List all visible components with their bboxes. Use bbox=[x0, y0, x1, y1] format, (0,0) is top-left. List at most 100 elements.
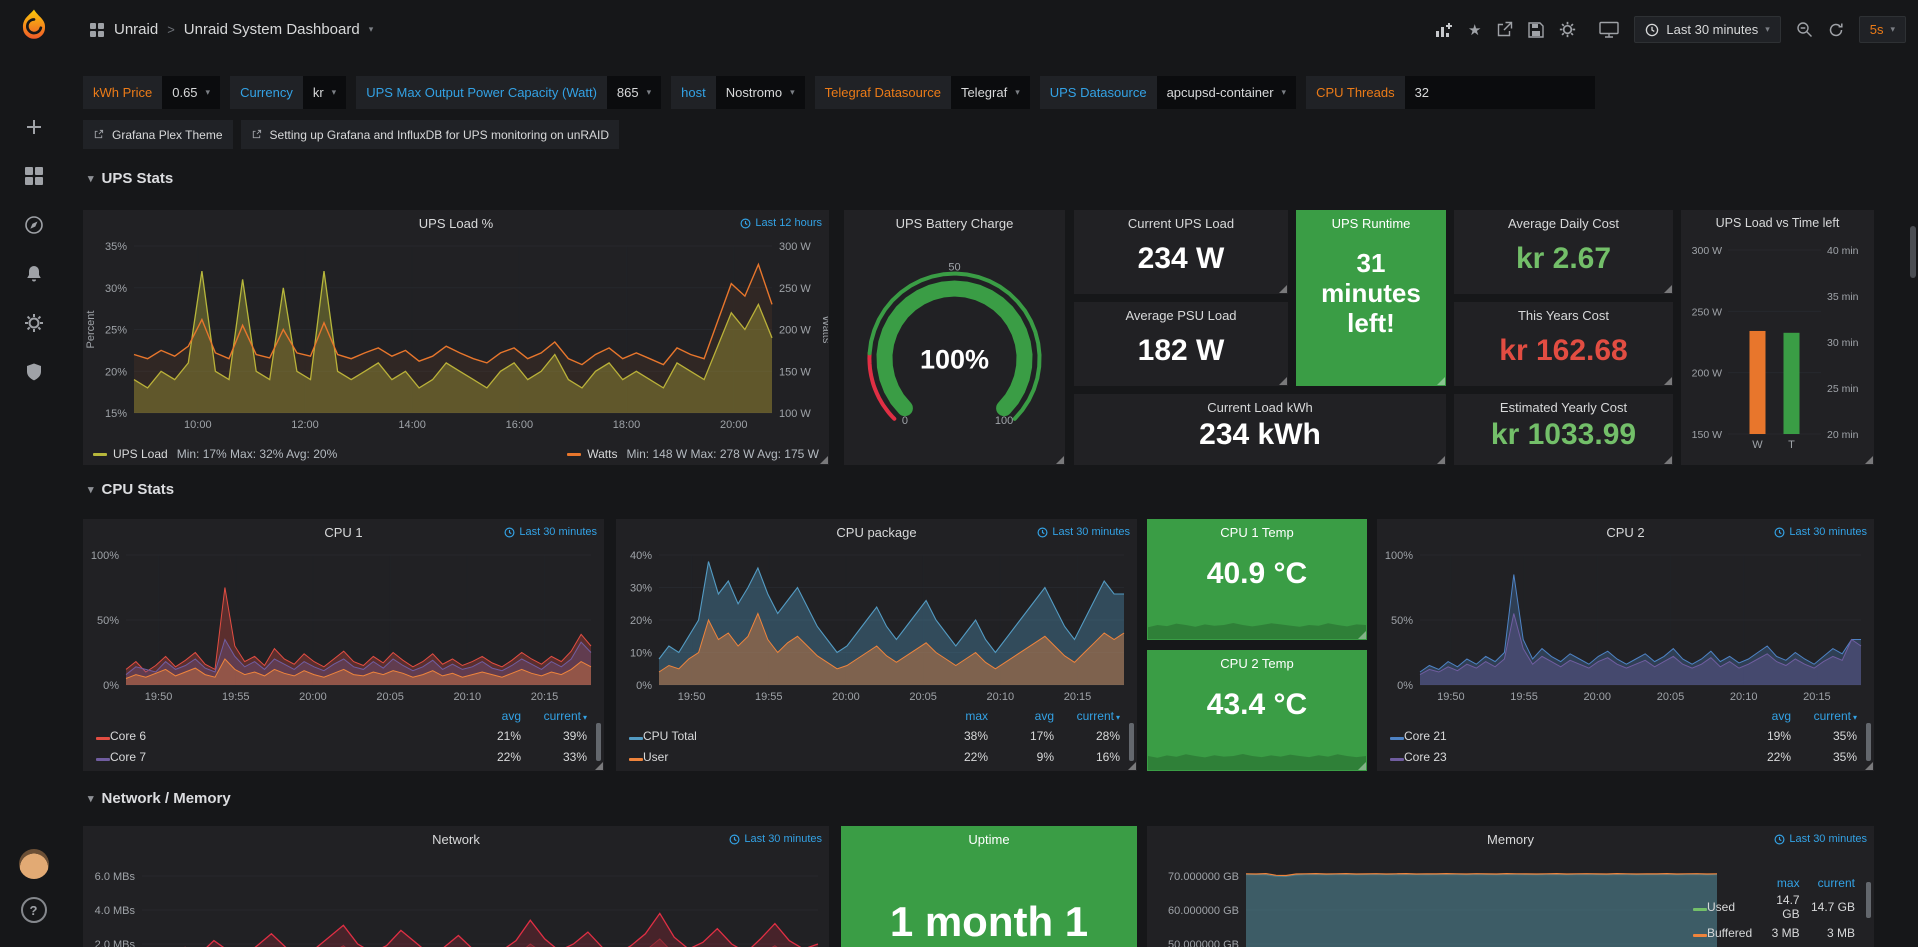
legend-scrollbar[interactable] bbox=[596, 723, 601, 761]
legend-sort-header[interactable]: current▾ bbox=[1796, 707, 1862, 725]
panel-title[interactable]: Average PSU Load bbox=[1110, 302, 1252, 329]
legend-series-toggle[interactable]: Core 21 bbox=[1385, 725, 1730, 746]
refresh-icon[interactable] bbox=[1828, 22, 1844, 38]
server-admin-shield-icon[interactable] bbox=[0, 349, 67, 395]
variable-value-dropdown[interactable]: kr▾ bbox=[303, 76, 346, 109]
help-icon[interactable]: ? bbox=[21, 897, 47, 923]
svg-text:10:00: 10:00 bbox=[184, 419, 212, 431]
row-toggle-network-memory[interactable]: ▾Network / Memory bbox=[88, 790, 231, 807]
legend-sort-header[interactable]: avg bbox=[993, 707, 1059, 725]
panel-title[interactable]: Network bbox=[119, 826, 793, 853]
legend-series-toggle[interactable]: Core 7 bbox=[91, 746, 460, 767]
legend-series-toggle[interactable]: Core 6 bbox=[91, 725, 460, 746]
dashboard-link-0[interactable]: Grafana Plex Theme bbox=[83, 120, 233, 149]
panel-time-override[interactable]: Last 30 minutes bbox=[1037, 526, 1130, 538]
ups-load-chart[interactable]: 10:0012:0014:0016:0018:0020:0035%30%25%2… bbox=[84, 236, 828, 435]
dashboards-icon[interactable] bbox=[0, 153, 67, 199]
row-toggle-cpu-stats[interactable]: ▾CPU Stats bbox=[88, 481, 174, 498]
variable-value-dropdown[interactable]: 0.65▾ bbox=[162, 76, 220, 109]
cpu2-chart[interactable]: 19:5019:5520:0020:0520:1020:15100%50%0% bbox=[1378, 547, 1873, 703]
cpu1-chart[interactable]: 19:5019:5520:0020:0520:1020:15100%50%0% bbox=[84, 547, 603, 703]
panel-time-override[interactable]: Last 30 minutes bbox=[729, 833, 822, 845]
legend-series-toggle[interactable]: Used bbox=[1688, 892, 1757, 922]
panel-title[interactable]: CPU package bbox=[652, 519, 1101, 546]
legend-sort-header[interactable]: current▾ bbox=[526, 707, 592, 725]
panel-title[interactable]: Estimated Yearly Cost bbox=[1490, 394, 1637, 421]
panel-title[interactable]: CPU 2 Temp bbox=[1183, 650, 1331, 677]
breadcrumb-current[interactable]: Unraid System Dashboard bbox=[184, 21, 360, 38]
panel-title[interactable]: Memory bbox=[1183, 826, 1838, 853]
legend-series-toggle[interactable]: Core 23 bbox=[1385, 746, 1730, 767]
panel-title[interactable]: CPU 1 bbox=[119, 519, 568, 546]
panel-time-override[interactable]: Last 12 hours bbox=[740, 217, 822, 229]
add-panel-icon[interactable] bbox=[1435, 21, 1453, 39]
network-chart[interactable]: 6.0 MBs4.0 MBs2.0 MBs bbox=[84, 854, 828, 947]
ups-bars-chart[interactable]: 300 W250 W200 W150 W40 min35 min30 min25… bbox=[1682, 240, 1873, 454]
page-scrollbar-thumb[interactable] bbox=[1910, 226, 1916, 278]
panel-title[interactable]: UPS Battery Charge bbox=[880, 210, 1029, 237]
panel-time-override[interactable]: Last 30 minutes bbox=[1774, 526, 1867, 538]
legend-sort-header[interactable]: avg bbox=[1730, 707, 1796, 725]
legend-sort-header[interactable]: current▾ bbox=[1059, 707, 1125, 725]
legend-series-toggle[interactable]: Buffered bbox=[1688, 922, 1757, 943]
chevron-down-icon: ▾ bbox=[1015, 87, 1020, 98]
legend-sort-header[interactable]: max bbox=[927, 707, 993, 725]
time-range-picker[interactable]: Last 30 minutes ▾ bbox=[1634, 16, 1780, 43]
panel-title[interactable]: UPS Runtime bbox=[1302, 210, 1440, 237]
panel-title[interactable]: CPU 1 Temp bbox=[1183, 519, 1331, 546]
refresh-interval-picker[interactable]: 5s ▾ bbox=[1859, 16, 1906, 43]
legend-series-toggle[interactable]: CPU Total bbox=[624, 725, 927, 746]
chevron-down-icon: ▾ bbox=[88, 483, 94, 496]
settings-gear-icon[interactable] bbox=[1559, 21, 1576, 38]
legend-sort-header[interactable]: max bbox=[1757, 874, 1804, 892]
memory-chart[interactable]: 70.000000 GB60.000000 GB50.000000 GB bbox=[1148, 854, 1725, 947]
grafana-flame-icon bbox=[15, 8, 53, 46]
panel-title[interactable]: This Years Cost bbox=[1490, 302, 1637, 329]
star-icon[interactable]: ★ bbox=[1468, 21, 1481, 39]
variable-value-dropdown[interactable]: Telegraf▾ bbox=[951, 76, 1030, 109]
share-icon[interactable] bbox=[1496, 21, 1513, 38]
legend-scrollbar[interactable] bbox=[1866, 882, 1871, 918]
panel-title[interactable]: Average Daily Cost bbox=[1490, 210, 1637, 237]
svg-text:Percent: Percent bbox=[85, 311, 97, 349]
breadcrumb-root[interactable]: Unraid bbox=[114, 21, 158, 38]
legend-series-toggle[interactable]: User bbox=[624, 746, 927, 767]
variable-value-dropdown[interactable]: 865▾ bbox=[607, 76, 661, 109]
dashboard-link-1[interactable]: Setting up Grafana and InfluxDB for UPS … bbox=[241, 120, 620, 149]
zoom-out-icon[interactable] bbox=[1796, 21, 1813, 38]
cycle-view-monitor-icon[interactable] bbox=[1599, 21, 1619, 39]
legend-sort-header[interactable]: avg bbox=[460, 707, 526, 725]
variable-label: UPS Datasource bbox=[1040, 76, 1157, 109]
cpu-package-legend: maxavgcurrent▾CPU Total38%17%28%User22%9… bbox=[624, 707, 1125, 767]
panel-title[interactable]: UPS Load % bbox=[119, 210, 793, 237]
cpu1-temp-sparkline bbox=[1148, 611, 1366, 639]
save-icon[interactable] bbox=[1528, 22, 1544, 38]
panel-title[interactable]: UPS Load vs Time left bbox=[1685, 210, 1870, 237]
panel-time-override[interactable]: Last 30 minutes bbox=[504, 526, 597, 538]
row-toggle-ups-stats[interactable]: ▾UPS Stats bbox=[88, 170, 173, 187]
configuration-gear-icon[interactable] bbox=[0, 300, 67, 346]
legend-scrollbar[interactable] bbox=[1129, 723, 1134, 761]
create-icon[interactable] bbox=[0, 104, 67, 150]
svg-text:50.000000 GB: 50.000000 GB bbox=[1168, 939, 1239, 947]
variable-value-dropdown[interactable]: Nostromo▾ bbox=[716, 76, 805, 109]
user-avatar[interactable] bbox=[19, 849, 49, 879]
svg-text:W: W bbox=[1752, 439, 1763, 451]
panel-title[interactable]: Current UPS Load bbox=[1110, 210, 1252, 237]
svg-text:0%: 0% bbox=[636, 680, 652, 692]
legend-series-toggle[interactable]: WattsMin: 148 W Max: 278 W Avg: 175 W bbox=[567, 447, 819, 461]
legend-series-toggle[interactable]: UPS LoadMin: 17% Max: 32% Avg: 20% bbox=[93, 447, 337, 461]
alerting-bell-icon[interactable] bbox=[0, 251, 67, 297]
explore-compass-icon[interactable] bbox=[0, 202, 67, 248]
panel-ups-load-vs-time-left: UPS Load vs Time left 300 W250 W200 W150… bbox=[1681, 210, 1874, 465]
battery-gauge[interactable]: 010050100% bbox=[845, 242, 1064, 454]
cpu-package-chart[interactable]: 19:5019:5520:0020:0520:1020:1540%30%20%1… bbox=[617, 547, 1136, 703]
panel-time-override[interactable]: Last 30 minutes bbox=[1774, 833, 1867, 845]
panel-title[interactable]: Current Load kWh bbox=[1110, 394, 1410, 421]
panel-title[interactable]: Uptime bbox=[877, 826, 1101, 853]
variable-value-dropdown[interactable]: apcupsd-container▾ bbox=[1157, 76, 1297, 109]
grafana-logo-icon[interactable] bbox=[15, 8, 53, 46]
variable-input[interactable]: 32 bbox=[1405, 76, 1595, 109]
legend-scrollbar[interactable] bbox=[1866, 723, 1871, 761]
legend-sort-header[interactable]: current bbox=[1805, 874, 1860, 892]
